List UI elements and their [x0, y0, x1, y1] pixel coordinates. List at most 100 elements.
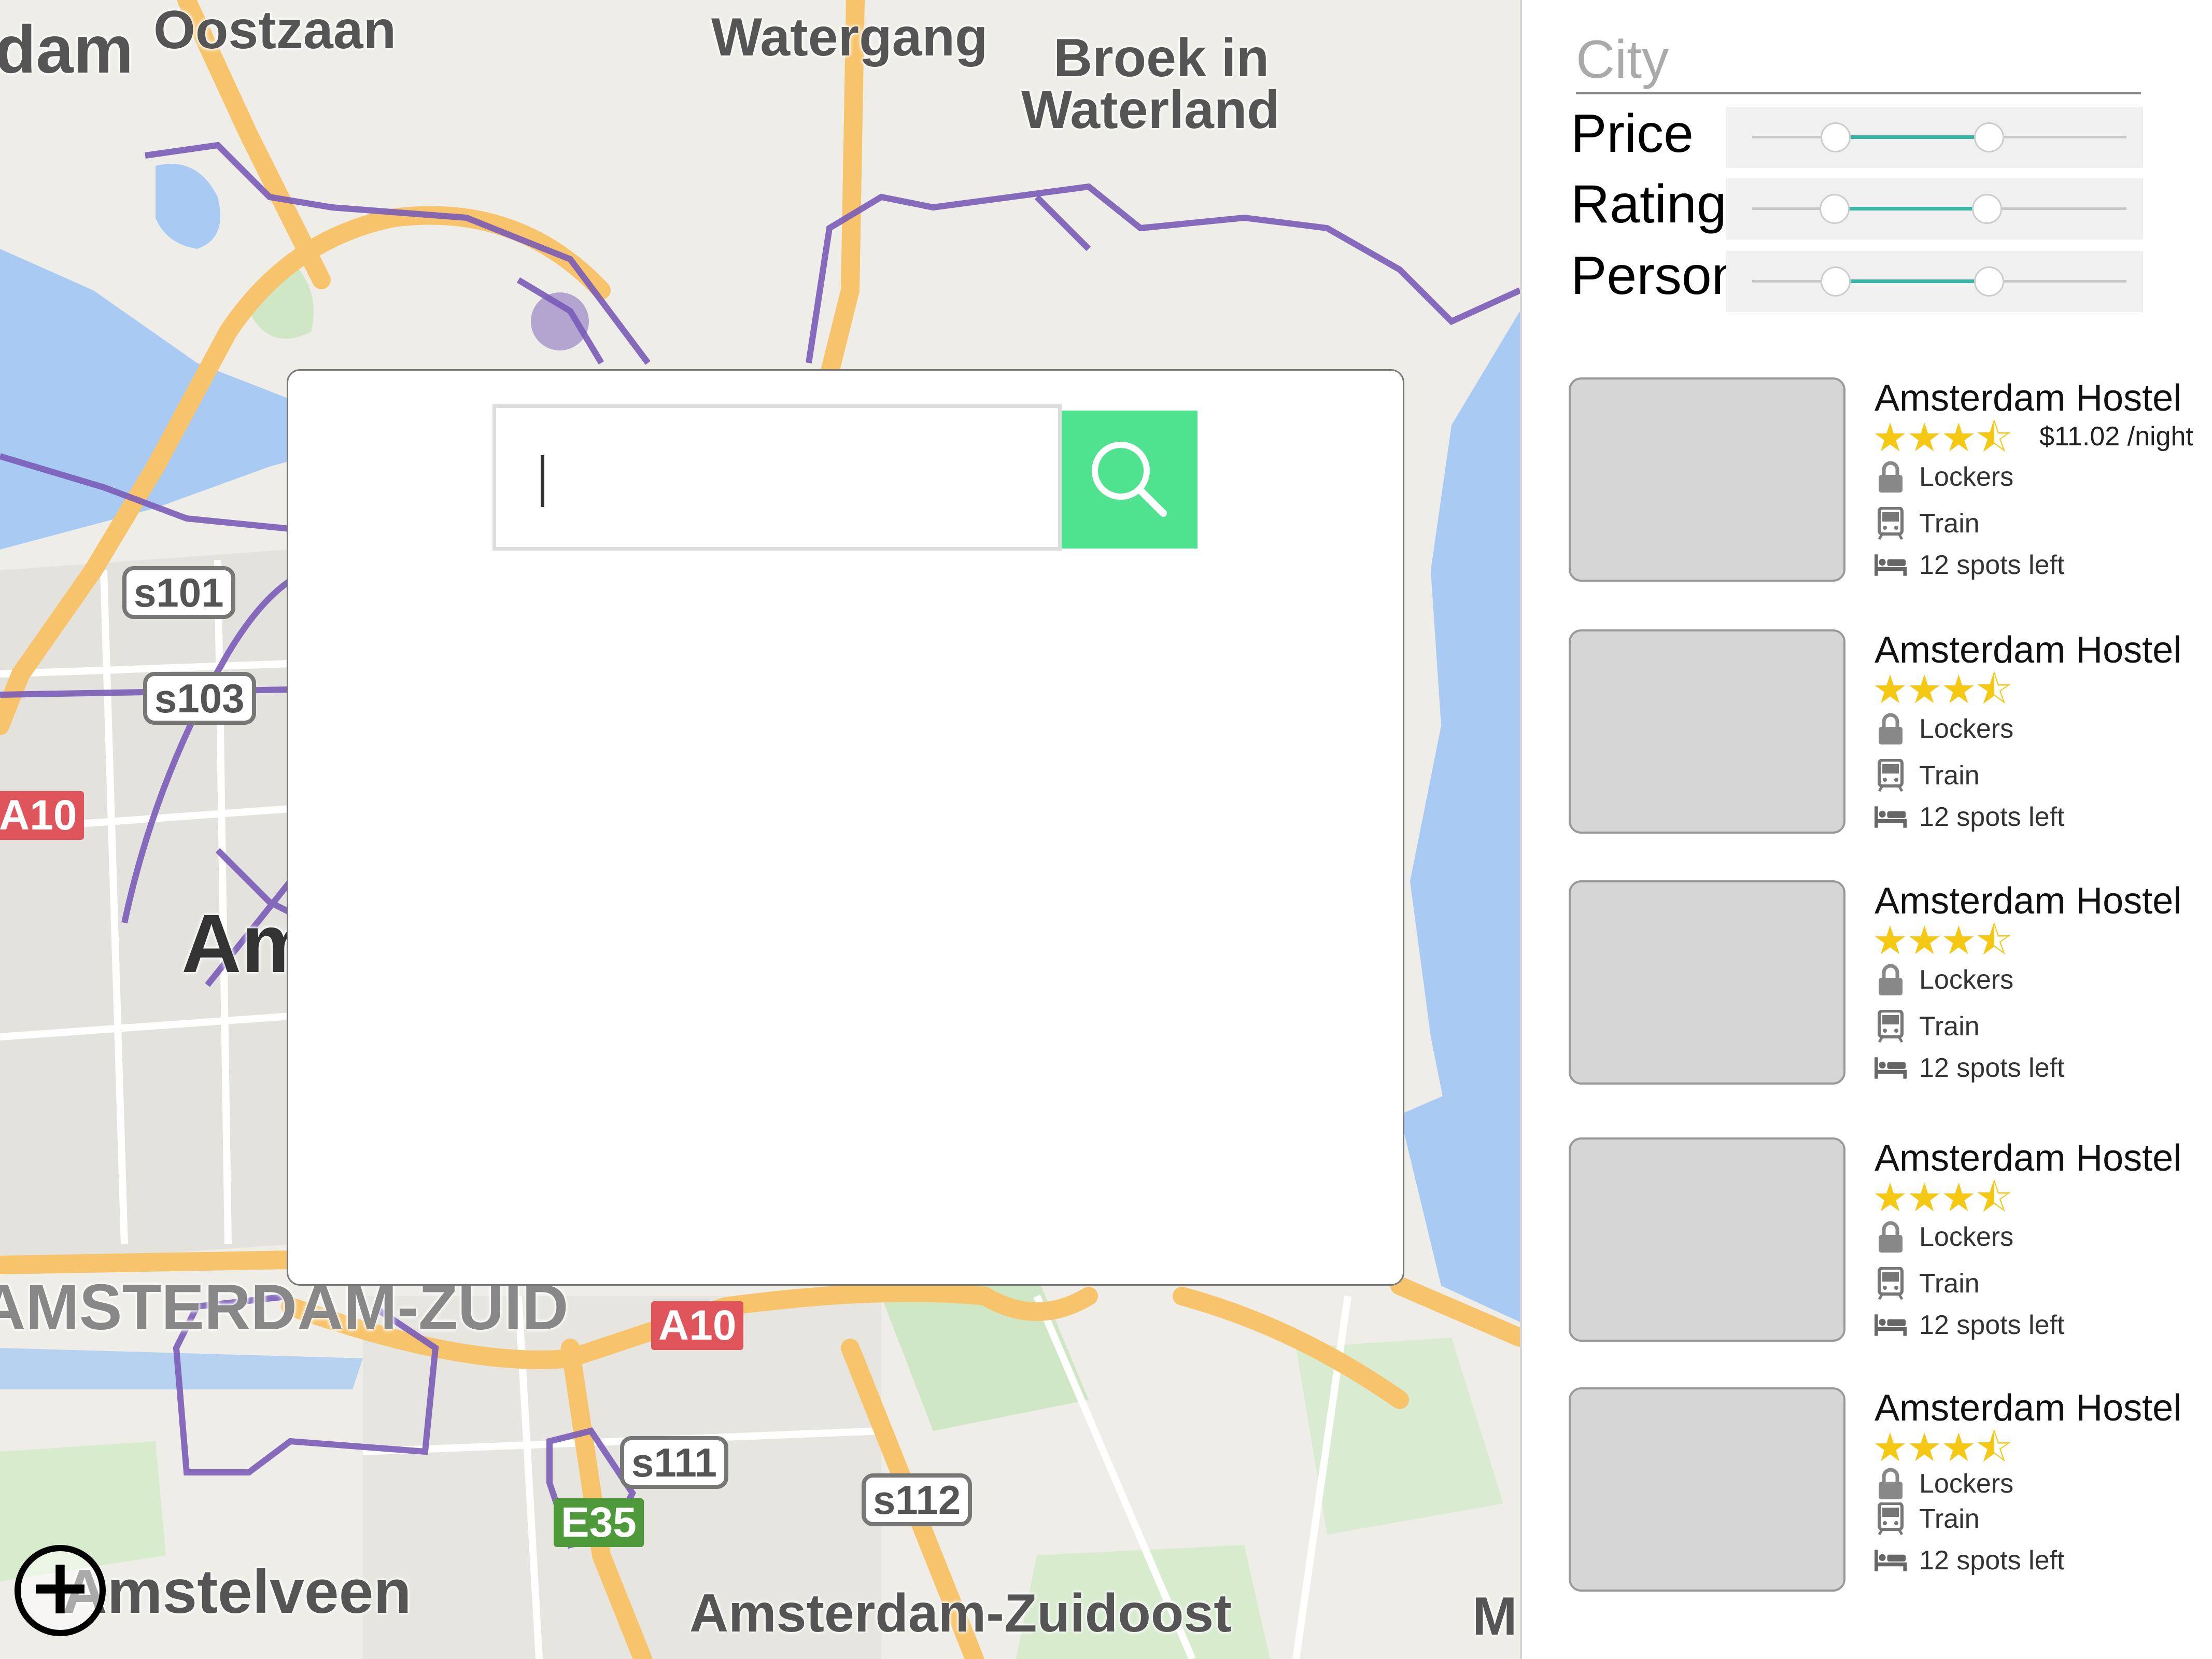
availability-label: 12 spots left: [1919, 550, 2065, 580]
price-min-handle[interactable]: [1821, 122, 1851, 152]
person-label: Person: [1571, 246, 1742, 306]
amenity-row: Train: [1875, 1265, 1980, 1302]
listing-card[interactable]: Amsterdam Hostel ★★★⯪ Lockers Train 12 s…: [1569, 1387, 2211, 1595]
map-place-label: Broek in: [1053, 28, 1270, 88]
map-place-label: Watergang: [711, 7, 988, 67]
star-rating: ★★★⯪: [1872, 1174, 2012, 1220]
amenity-label: Lockers: [1919, 1222, 2014, 1252]
amenity-row: Train: [1875, 1500, 1980, 1538]
listing-name[interactable]: Amsterdam Hostel: [1875, 1389, 2181, 1427]
train-icon: [1875, 1267, 1907, 1301]
bed-icon: [1875, 800, 1907, 834]
map-place-label: Oostzaan: [153, 0, 397, 60]
amenity-label: Train: [1919, 761, 1980, 791]
listing-name[interactable]: Amsterdam Hostel: [1875, 631, 2181, 669]
listing-thumbnail[interactable]: [1569, 629, 1845, 834]
map-place-label: dam: [0, 11, 134, 87]
plus-icon: +: [27, 1542, 93, 1632]
amenity-row: Lockers: [1875, 1218, 2013, 1256]
map-place-label: Amstelveen: [62, 1557, 412, 1626]
amenity-row: Lockers: [1875, 1465, 2013, 1502]
listing-price: $11.02 /night: [2039, 421, 2193, 452]
rating-slider[interactable]: [1726, 178, 2143, 240]
route-shield: s101: [122, 566, 235, 619]
bed-icon: [1875, 1308, 1907, 1342]
listing-thumbnail[interactable]: [1569, 1137, 1845, 1342]
listing-card[interactable]: Amsterdam Hostel ★★★⯪ Lockers Train 12 s…: [1569, 629, 2211, 837]
star-rating: ★★★⯪: [1872, 1424, 2012, 1470]
listing-name[interactable]: Amsterdam Hostel: [1875, 379, 2181, 417]
rating-min-handle[interactable]: [1820, 194, 1850, 224]
motorway-badge: E35: [554, 1498, 644, 1547]
person-min-handle[interactable]: [1821, 266, 1851, 297]
train-icon: [1875, 507, 1907, 541]
amenity-row: 12 spots left: [1875, 1306, 2064, 1344]
listing-thumbnail[interactable]: [1569, 880, 1845, 1085]
city-input[interactable]: City: [1576, 27, 2141, 94]
availability-label: 12 spots left: [1919, 1545, 2065, 1576]
star-rating: ★★★⯪: [1872, 666, 2012, 712]
amenity-label: Lockers: [1919, 965, 2014, 995]
star-rating: ★★★⯪: [1872, 414, 2012, 460]
availability-label: 12 spots left: [1919, 802, 2065, 832]
lock-icon: [1875, 963, 1907, 997]
amenity-row: Train: [1875, 505, 1980, 542]
bed-icon: [1875, 1051, 1907, 1085]
amenity-row: 12 spots left: [1875, 798, 2064, 836]
rating-label: Rating: [1571, 174, 1727, 234]
amenity-row: Train: [1875, 757, 1980, 794]
amenity-row: Lockers: [1875, 458, 2013, 496]
amenity-label: Train: [1919, 509, 1980, 539]
search-input[interactable]: [492, 404, 1062, 551]
city-placeholder: City: [1576, 30, 1669, 90]
price-label: Price: [1571, 104, 1694, 164]
rating-max-handle[interactable]: [1972, 194, 2002, 224]
train-icon: [1875, 1502, 1907, 1536]
availability-label: 12 spots left: [1919, 1053, 2065, 1083]
listing-name[interactable]: Amsterdam Hostel: [1875, 882, 2181, 920]
amenity-row: Lockers: [1875, 961, 2013, 999]
zoom-in-button[interactable]: +: [15, 1545, 106, 1636]
motorway-badge: A10: [0, 791, 84, 840]
route-shield: s103: [143, 672, 256, 725]
amenity-label: Lockers: [1919, 462, 2014, 492]
lock-icon: [1875, 712, 1907, 746]
amenity-label: Train: [1919, 1269, 1980, 1299]
amenity-label: Lockers: [1919, 714, 2014, 744]
listing-card[interactable]: Amsterdam Hostel ★★★⯪ Lockers Train 12 s…: [1569, 1137, 2211, 1345]
search-icon: [1092, 442, 1167, 517]
listing-thumbnail[interactable]: [1569, 377, 1845, 582]
listing-thumbnail[interactable]: [1569, 1387, 1845, 1592]
search-button[interactable]: [1062, 411, 1197, 549]
map-place-label: Amsterdam-Zuidoost: [689, 1583, 1232, 1643]
amenity-label: Lockers: [1919, 1469, 2014, 1499]
lock-icon: [1875, 460, 1907, 494]
map-place-label: M: [1472, 1586, 1517, 1647]
availability-label: 12 spots left: [1919, 1310, 2065, 1340]
price-max-handle[interactable]: [1974, 122, 2004, 152]
train-icon: [1875, 758, 1907, 793]
amenity-row: Lockers: [1875, 710, 2013, 748]
price-slider[interactable]: [1726, 107, 2143, 168]
motorway-badge: A10: [651, 1301, 744, 1350]
route-shield: s111: [620, 1436, 728, 1489]
star-rating: ★★★⯪: [1872, 917, 2012, 963]
listing-card[interactable]: Amsterdam Hostel ★★★⯪ $11.02 /night Lock…: [1569, 377, 2211, 585]
map-place-label: Waterland: [1021, 80, 1280, 140]
amenity-label: Train: [1919, 1504, 1980, 1534]
amenity-row: 12 spots left: [1875, 546, 2064, 584]
lock-icon: [1875, 1467, 1907, 1501]
amenity-row: Train: [1875, 1008, 1980, 1045]
person-max-handle[interactable]: [1974, 266, 2004, 297]
route-shield: s112: [862, 1473, 973, 1526]
lock-icon: [1875, 1220, 1907, 1254]
bed-icon: [1875, 548, 1907, 582]
train-icon: [1875, 1009, 1907, 1044]
amenity-row: 12 spots left: [1875, 1542, 2064, 1579]
text-caret: [541, 455, 544, 507]
person-slider[interactable]: [1726, 251, 2143, 312]
amenity-row: 12 spots left: [1875, 1049, 2064, 1087]
bed-icon: [1875, 1543, 1907, 1578]
listing-card[interactable]: Amsterdam Hostel ★★★⯪ Lockers Train 12 s…: [1569, 880, 2211, 1088]
listing-name[interactable]: Amsterdam Hostel: [1875, 1140, 2181, 1177]
